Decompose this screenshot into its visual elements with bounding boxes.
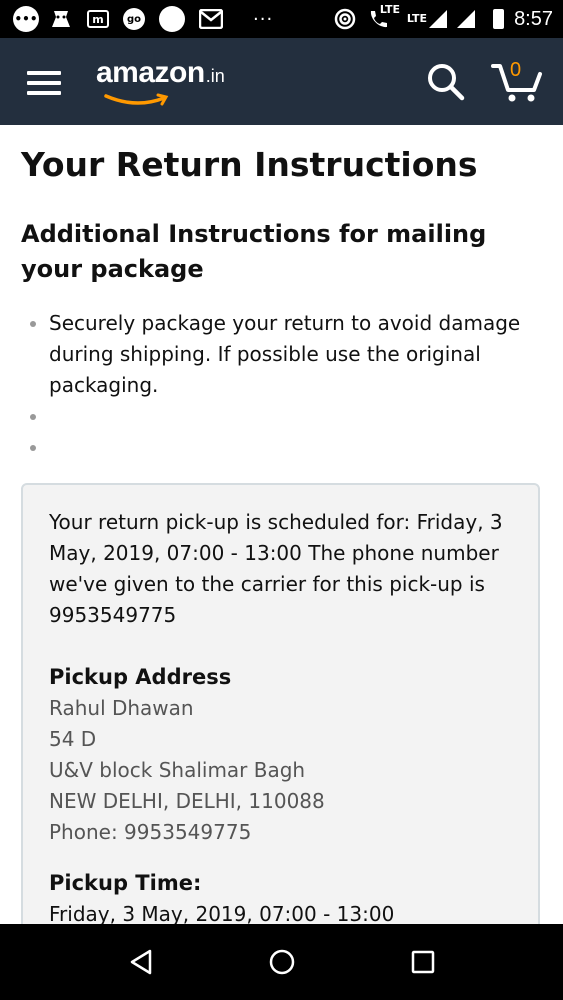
address-line: U&V block Shalimar Bagh: [49, 758, 306, 782]
section-title: Additional Instructions for mailing your…: [21, 220, 487, 283]
gmail-icon: [199, 7, 223, 31]
clock: 8:57: [514, 7, 553, 30]
list-item: [21, 432, 546, 463]
address-phone: Phone: 9953549775: [49, 820, 252, 844]
notification-icon: [49, 7, 73, 31]
chat-bubble-icon: •••: [13, 6, 39, 32]
more-dots-icon: ···: [253, 8, 274, 30]
address-city: NEW DELHI, DELHI, 110088: [49, 789, 325, 813]
smile-icon: [104, 93, 169, 106]
list-item: [21, 401, 546, 432]
m-app-icon: m: [87, 10, 109, 28]
logo-tld: .in: [205, 66, 225, 86]
signal-icon: [457, 7, 476, 31]
list-item: Securely package your return to avoid da…: [21, 308, 546, 401]
cart-button[interactable]: 0: [490, 59, 544, 104]
pickup-info-box: Your return pick-up is scheduled for: Fr…: [21, 483, 540, 963]
pickup-time-heading: Pickup Time:: [49, 871, 202, 895]
logo-word: amazon: [96, 56, 205, 89]
lte-label: LTE: [379, 3, 401, 16]
go-app-icon: go: [123, 8, 145, 30]
volte-call-icon: LTE: [367, 4, 400, 31]
lte-label-2: LTE: [406, 12, 428, 25]
back-triangle-icon[interactable]: [128, 948, 154, 980]
status-bar: ••• m go ··· LTE LTE 8:57: [0, 0, 563, 38]
app-header: amazon.in 0: [0, 38, 563, 125]
pickup-address-heading: Pickup Address: [49, 665, 232, 689]
address-line: 54 D: [49, 727, 97, 751]
system-nav-bar: [0, 924, 563, 1000]
amazon-logo[interactable]: amazon.in: [96, 56, 225, 106]
search-icon[interactable]: [426, 62, 466, 102]
circle-icon: [159, 6, 185, 32]
battery-icon: [493, 7, 505, 31]
home-circle-icon[interactable]: [268, 948, 296, 980]
recents-square-icon[interactable]: [410, 948, 436, 980]
pickup-schedule-text: Your return pick-up is scheduled for: Fr…: [49, 510, 503, 627]
instruction-list: Securely package your return to avoid da…: [21, 308, 546, 463]
address-name: Rahul Dhawan: [49, 696, 194, 720]
cart-count: 0: [510, 59, 522, 81]
hotspot-icon: [333, 7, 357, 31]
menu-icon[interactable]: [27, 71, 61, 95]
lte-signal-icon: LTE: [406, 7, 448, 31]
page-title: Your Return Instructions: [21, 145, 478, 184]
